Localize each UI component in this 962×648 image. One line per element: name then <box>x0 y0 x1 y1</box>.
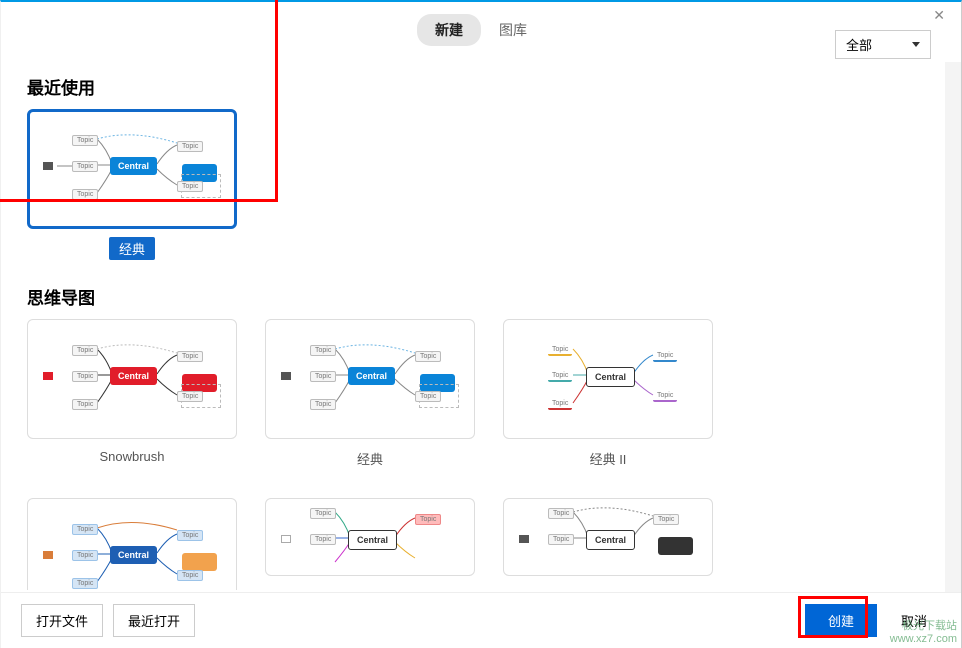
template-thumb[interactable]: Topic Topic Central Topic <box>503 498 713 576</box>
template-card-row2-0: Topic Topic Central Topic <box>265 498 475 590</box>
open-file-button[interactable]: 打开文件 <box>21 604 103 637</box>
mm-topic: Topic <box>72 371 98 382</box>
mm-topic: Topic <box>653 391 677 402</box>
mm-topic: Topic <box>548 534 574 545</box>
mm-dot <box>281 372 291 380</box>
mm-dot <box>519 535 529 543</box>
template-label: Snowbrush <box>89 447 174 466</box>
template-thumb[interactable]: Topic Topic Topic Central Topic Topic <box>27 498 237 590</box>
template-thumb[interactable]: Topic Topic Topic Central Topic Topic <box>265 319 475 439</box>
mm-topic: Topic <box>310 371 336 382</box>
template-card-recent-0: Topic Topic Topic Central Topic Topic 经典 <box>27 109 237 260</box>
tab-library[interactable]: 图库 <box>481 14 545 46</box>
mm-central: Central <box>110 546 157 564</box>
footer: 打开文件 最近打开 创建 取消 <box>1 592 961 648</box>
section-title-mindmap: 思维导图 <box>27 284 935 309</box>
mm-topic: Topic <box>72 189 98 200</box>
mm-central: Central <box>110 367 157 385</box>
mm-topic: Topic <box>177 181 203 192</box>
template-card-business: Topic Topic Topic Central Topic Topic 商务 <box>27 498 237 590</box>
mm-topic: Topic <box>72 161 98 172</box>
mm-topic: Topic <box>310 508 336 519</box>
mm-topic: Topic <box>310 534 336 545</box>
watermark-line2: www.xz7.com <box>890 633 957 646</box>
create-button[interactable]: 创建 <box>805 604 877 637</box>
mm-topic: Topic <box>548 345 572 356</box>
mm-topic: Topic <box>177 570 203 581</box>
tab-group: 新建 图库 <box>417 14 545 46</box>
mm-topic: Topic <box>548 371 572 382</box>
filter-selected-label: 全部 <box>846 35 872 54</box>
template-thumb[interactable]: Topic Topic Topic Central Topic Topic <box>27 319 237 439</box>
template-label: 经典 <box>347 447 393 470</box>
mm-topic: Topic <box>415 351 441 362</box>
mm-topic: Topic <box>72 578 98 589</box>
template-label: 经典 <box>109 237 155 260</box>
mm-dot <box>43 162 53 170</box>
template-card-row2-1: Topic Topic Central Topic <box>503 498 713 590</box>
watermark-line1: 极光下载站 <box>890 620 957 633</box>
mm-topic: Topic <box>415 391 441 402</box>
template-card-classic: Topic Topic Topic Central Topic Topic 经典 <box>265 319 475 470</box>
mm-topic: Topic <box>653 514 679 525</box>
mm-topic: Topic <box>177 351 203 362</box>
filter-dropdown[interactable]: 全部 <box>835 30 931 59</box>
content-area: 最近使用 Topic Topic Topi <box>1 58 961 590</box>
mm-central: Central <box>110 157 157 175</box>
mm-central: Central <box>348 367 395 385</box>
mm-central: Central <box>348 530 397 550</box>
watermark: 极光下载站 www.xz7.com <box>890 620 957 646</box>
mm-topic: Topic <box>653 351 677 362</box>
mm-topic: Topic <box>310 399 336 410</box>
template-label: 经典 II <box>580 447 637 470</box>
mm-topic: Topic <box>415 514 441 525</box>
template-thumb[interactable]: Topic Topic Central Topic <box>265 498 475 576</box>
mm-extra <box>182 553 217 571</box>
scrollbar[interactable] <box>945 62 961 592</box>
tab-new[interactable]: 新建 <box>417 14 481 46</box>
mm-extra <box>658 537 693 555</box>
mm-topic: Topic <box>72 135 98 146</box>
mm-topic: Topic <box>310 345 336 356</box>
template-card-classic2: Topic Topic Topic Central Topic Topic 经典… <box>503 319 713 470</box>
mindmap-grid: Topic Topic Topic Central Topic Topic Sn… <box>27 319 935 590</box>
mm-topic: Topic <box>72 345 98 356</box>
mm-dot <box>281 535 291 543</box>
mm-topic: Topic <box>177 530 203 541</box>
section-title-recent: 最近使用 <box>27 74 935 99</box>
mm-dot <box>43 551 53 559</box>
template-thumb[interactable]: Topic Topic Topic Central Topic Topic <box>27 109 237 229</box>
mm-topic: Topic <box>177 141 203 152</box>
recent-grid: Topic Topic Topic Central Topic Topic 经典 <box>27 109 935 260</box>
template-card-snowbrush: Topic Topic Topic Central Topic Topic Sn… <box>27 319 237 470</box>
mm-topic: Topic <box>177 391 203 402</box>
recent-open-button[interactable]: 最近打开 <box>113 604 195 637</box>
toolbar: 新建 图库 全部 <box>1 2 961 58</box>
mm-topic: Topic <box>72 550 98 561</box>
mm-central: Central <box>586 530 635 550</box>
mm-central: Central <box>586 367 635 387</box>
mm-topic: Topic <box>548 508 574 519</box>
mm-topic: Topic <box>72 524 98 535</box>
mm-topic: Topic <box>72 399 98 410</box>
template-thumb[interactable]: Topic Topic Topic Central Topic Topic <box>503 319 713 439</box>
mm-topic: Topic <box>548 399 572 410</box>
mm-dot <box>43 372 53 380</box>
